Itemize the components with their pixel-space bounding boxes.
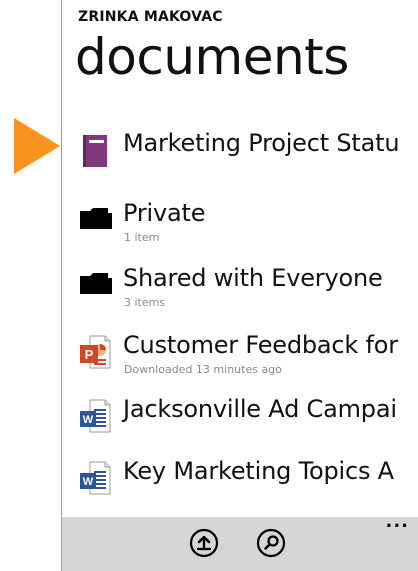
item-subtitle: 1 item [124, 231, 160, 244]
powerpoint-file-icon: P [78, 335, 114, 371]
onenote-notebook-icon [78, 133, 114, 169]
app-bar: ... [62, 511, 418, 571]
word-file-icon: W [78, 461, 114, 497]
svg-text:W: W [83, 414, 94, 426]
search-button[interactable] [256, 528, 286, 558]
item-subtitle: 3 items [124, 296, 166, 309]
list-item[interactable]: P Customer Feedback for Downloaded 13 mi… [78, 331, 418, 391]
item-title: Shared with Everyone [123, 264, 383, 292]
list-item[interactable]: W Jacksonville Ad Campai [78, 395, 418, 455]
item-title: Customer Feedback for [123, 331, 398, 359]
search-icon [256, 528, 286, 562]
folder-icon [78, 203, 114, 239]
item-title: Marketing Project Statu [123, 129, 400, 157]
screenshot-stage: ZRINKA MAKOVAC documents Marketing Proje… [0, 0, 418, 571]
word-file-icon: W [78, 399, 114, 435]
svg-text:W: W [83, 476, 94, 488]
page-title: documents [75, 28, 349, 86]
list-item[interactable]: W Key Marketing Topics A [78, 457, 418, 517]
list-item[interactable]: Marketing Project Statu [78, 129, 418, 189]
pointer-arrow-icon [14, 118, 60, 174]
phone-screen: ZRINKA MAKOVAC documents Marketing Proje… [61, 0, 418, 571]
item-title: Jacksonville Ad Campai [123, 395, 397, 423]
upload-icon [189, 528, 219, 562]
account-name: ZRINKA MAKOVAC [78, 9, 223, 25]
item-title: Private [123, 199, 206, 227]
list-item[interactable]: Private 1 item [78, 199, 418, 259]
list-item[interactable]: Shared with Everyone 3 items [78, 264, 418, 324]
svg-text:P: P [85, 347, 94, 362]
folder-icon [78, 268, 114, 304]
item-title: Key Marketing Topics A [123, 457, 394, 485]
upload-button[interactable] [189, 528, 219, 558]
item-subtitle: Downloaded 13 minutes ago [124, 363, 282, 376]
more-options-button[interactable]: ... [385, 511, 409, 532]
